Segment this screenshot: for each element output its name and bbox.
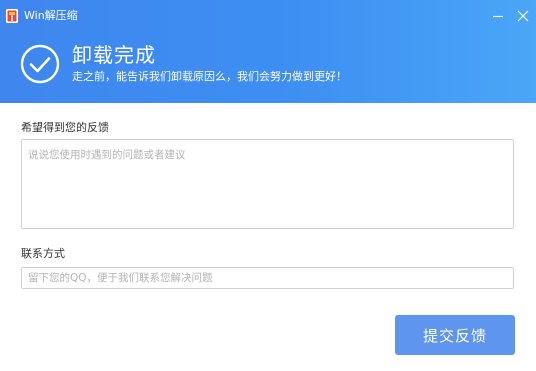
contact-label: 联系方式 bbox=[21, 247, 65, 260]
window-title: Win解压缩 bbox=[24, 9, 78, 22]
minimize-icon bbox=[493, 15, 503, 18]
header-banner: Win解压缩 卸载完成 走之前，能告诉我们卸载原因么，我们会努力做到更好！ bbox=[0, 0, 536, 103]
uninstall-feedback-window: Win解压缩 卸载完成 走之前，能告诉我们卸载原因么，我们会努力做到更好！ 希望 bbox=[0, 0, 536, 371]
close-icon bbox=[517, 10, 529, 22]
minimize-button[interactable] bbox=[487, 6, 509, 26]
contact-input[interactable] bbox=[21, 267, 514, 289]
feedback-label: 希望得到您的反馈 bbox=[21, 121, 109, 134]
feedback-textarea[interactable] bbox=[21, 139, 514, 229]
close-button[interactable] bbox=[512, 6, 534, 26]
completion-title: 卸载完成 bbox=[72, 43, 156, 67]
checkmark-circle-icon bbox=[20, 44, 60, 84]
title-bar[interactable]: Win解压缩 bbox=[0, 0, 536, 32]
archive-app-icon bbox=[5, 8, 19, 24]
submit-feedback-button[interactable]: 提交反馈 bbox=[395, 315, 515, 355]
completion-subtitle: 走之前，能告诉我们卸载原因么，我们会努力做到更好！ bbox=[72, 70, 347, 83]
